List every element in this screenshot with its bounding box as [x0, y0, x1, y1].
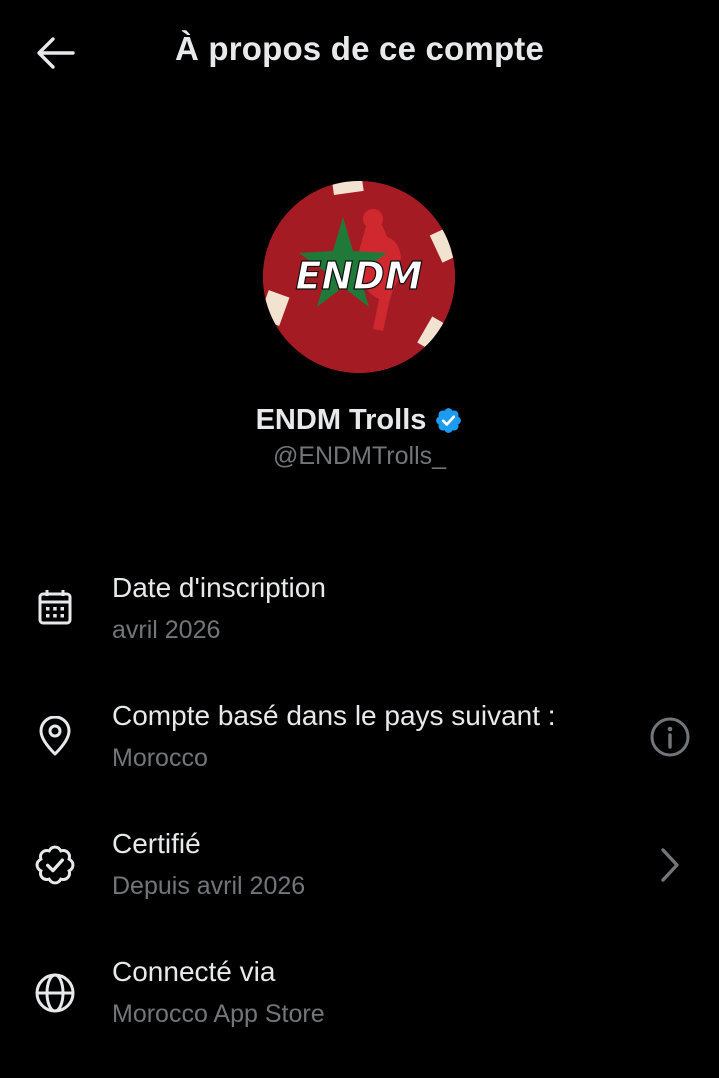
certified-row[interactable]: Certifié Depuis avril 2026	[0, 816, 719, 926]
location-pin-icon	[32, 714, 78, 760]
joined-date-value: avril 2026	[112, 616, 221, 644]
certified-chevron[interactable]	[647, 842, 693, 888]
account-country-value: Morocco	[112, 744, 208, 772]
avatar-logo-text: ENDM	[295, 254, 422, 298]
connected-via-value: Morocco App Store	[112, 1000, 325, 1028]
page-title: À propos de ce compte	[174, 30, 545, 67]
avatar[interactable]: ENDM	[263, 181, 455, 373]
display-name-row: ENDM Trolls	[0, 404, 719, 437]
account-country-row: Compte basé dans le pays suivant : Moroc…	[0, 688, 719, 798]
verified-badge-icon	[434, 406, 463, 435]
display-name: ENDM Trolls	[255, 404, 427, 436]
connected-via-row: Connecté via Morocco App Store	[0, 944, 719, 1054]
joined-date-label: Date d'inscription	[112, 572, 326, 603]
account-country-label: Compte basé dans le pays suivant :	[112, 700, 556, 731]
info-icon	[650, 717, 690, 757]
endm-logo-image: ENDM	[263, 181, 455, 373]
country-info-button[interactable]	[647, 714, 693, 760]
handle: @ENDMTrolls_	[272, 442, 447, 470]
certified-value: Depuis avril 2026	[112, 872, 306, 900]
connected-via-label: Connecté via	[112, 956, 276, 987]
chevron-right-icon	[661, 848, 679, 882]
globe-icon	[32, 970, 78, 1016]
certified-label: Certifié	[112, 828, 201, 859]
joined-date-row: Date d'inscription avril 2026	[0, 560, 719, 670]
calendar-icon	[32, 584, 78, 630]
header: À propos de ce compte	[0, 0, 719, 106]
about-account-screen: À propos de ce compte ENDM ENDM Trolls @…	[0, 0, 719, 1078]
verified-badge-outline-icon	[32, 842, 78, 888]
